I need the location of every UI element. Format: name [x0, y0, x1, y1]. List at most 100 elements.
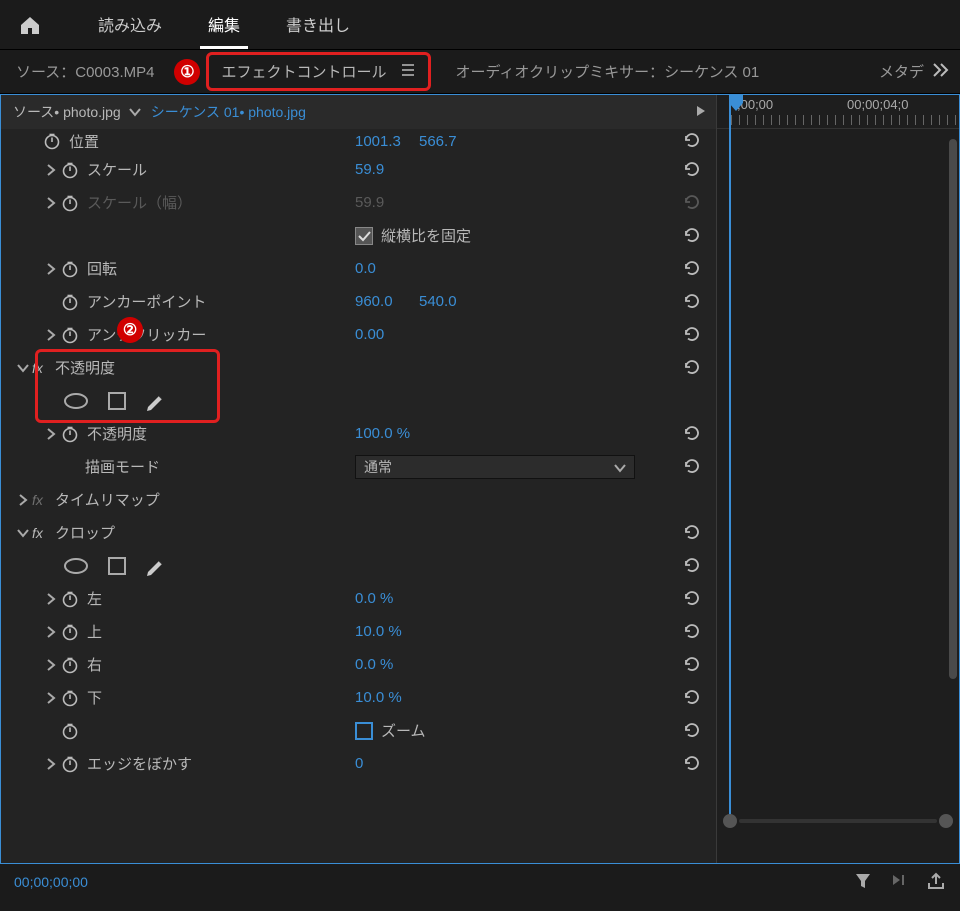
prop-position-y[interactable]: 566.7 [419, 133, 457, 150]
pen-mask-icon[interactable] [145, 555, 167, 577]
stopwatch-icon[interactable] [59, 722, 81, 740]
reset-icon[interactable] [682, 159, 700, 181]
panel-tab-source[interactable]: ソース：C0003.MP4 [16, 61, 154, 82]
prop-crop-right: 右 0.0 % [1, 648, 716, 681]
panel-tab-metadata[interactable]: メタデ [879, 61, 924, 82]
stopwatch-icon[interactable] [59, 755, 81, 773]
stopwatch-icon[interactable] [59, 425, 81, 443]
prop-lock-aspect: 縦横比を固定 [1, 219, 716, 252]
prop-anchor: アンカーポイント 960.0 540.0 [1, 285, 716, 318]
chevron-right-icon[interactable] [41, 327, 59, 343]
reset-icon[interactable] [682, 357, 700, 379]
prop-anchor-y[interactable]: 540.0 [419, 293, 457, 310]
chevron-right-icon[interactable] [41, 591, 59, 607]
prop-crop-right-val[interactable]: 0.0 % [355, 656, 393, 673]
stopwatch-icon[interactable] [59, 260, 81, 278]
tab-edit[interactable]: 編集 [200, 0, 248, 49]
prop-position-x[interactable]: 1001.3 [355, 133, 401, 150]
panel-tab-audio-mixer[interactable]: オーディオクリップミキサー：シーケンス 01 [455, 61, 759, 82]
reset-icon[interactable] [682, 720, 700, 742]
panel-tab-effect-controls[interactable]: エフェクトコントロール [206, 52, 431, 91]
chevron-right-icon [41, 195, 59, 211]
prop-crop-right-label: 右 [87, 654, 102, 675]
chevron-right-icon[interactable] [41, 261, 59, 277]
reset-icon[interactable] [682, 324, 700, 346]
reset-icon [682, 192, 700, 214]
reset-icon[interactable] [682, 522, 700, 544]
tab-export[interactable]: 書き出し [278, 0, 358, 49]
reset-icon[interactable] [682, 291, 700, 313]
play-to-icon[interactable] [890, 871, 908, 894]
ellipse-mask-icon[interactable] [63, 557, 89, 575]
chevron-right-icon[interactable] [41, 162, 59, 178]
reset-icon[interactable] [682, 456, 700, 478]
timeline-pane: ;00;00 00;00;04;0 [716, 95, 959, 863]
playhead-icon[interactable] [729, 95, 743, 128]
fx-icon[interactable] [31, 492, 53, 508]
reset-icon[interactable] [682, 258, 700, 280]
rect-mask-icon[interactable] [107, 391, 127, 411]
share-icon[interactable] [926, 871, 946, 894]
sequence-link[interactable]: シーケンス 01• photo.jpg [151, 102, 306, 122]
reset-icon[interactable] [682, 555, 700, 577]
prop-crop-top: 上 10.0 % [1, 615, 716, 648]
stopwatch-icon[interactable] [59, 293, 81, 311]
playhead-line[interactable] [729, 95, 731, 815]
chevron-right-icon[interactable] [13, 492, 31, 508]
vertical-scrollbar[interactable] [949, 139, 957, 679]
fx-icon[interactable] [31, 360, 53, 376]
prop-crop-edge-val[interactable]: 0 [355, 755, 363, 772]
stopwatch-icon[interactable] [59, 161, 81, 179]
reset-icon[interactable] [682, 423, 700, 445]
reset-icon[interactable] [682, 654, 700, 676]
zoom-checkbox[interactable] [355, 722, 373, 740]
play-icon[interactable] [694, 103, 708, 122]
tab-import[interactable]: 読み込み [90, 0, 170, 49]
home-icon[interactable] [0, 14, 60, 36]
chevron-down-icon[interactable] [13, 525, 31, 541]
horizontal-scrollbar[interactable] [723, 815, 953, 827]
chevron-right-icon[interactable] [41, 756, 59, 772]
stopwatch-icon[interactable] [59, 623, 81, 641]
panel-menu-icon[interactable] [400, 62, 416, 82]
lock-aspect-checkbox[interactable] [355, 227, 373, 245]
annotation-badge-1: ① [174, 59, 200, 85]
stopwatch-icon[interactable] [59, 656, 81, 674]
chevron-right-icon[interactable] [41, 690, 59, 706]
blend-mode-dropdown[interactable]: 通常 [355, 455, 635, 479]
fx-icon[interactable] [31, 525, 53, 541]
chevron-right-icon[interactable] [41, 657, 59, 673]
reset-icon[interactable] [682, 588, 700, 610]
reset-icon[interactable] [682, 130, 700, 152]
chevron-right-icon[interactable] [41, 624, 59, 640]
reset-icon[interactable] [682, 687, 700, 709]
rect-mask-icon[interactable] [107, 556, 127, 576]
chevron-right-icon[interactable] [41, 426, 59, 442]
reset-icon[interactable] [682, 753, 700, 775]
reset-icon[interactable] [682, 225, 700, 247]
filter-icon[interactable] [854, 871, 872, 894]
timecode-display[interactable]: 00;00;00;00 [14, 874, 88, 890]
prop-scale-val[interactable]: 59.9 [355, 161, 384, 178]
panel-overflow-icon[interactable] [932, 61, 950, 83]
stopwatch-icon[interactable] [59, 590, 81, 608]
stopwatch-icon[interactable] [59, 326, 81, 344]
chevron-down-icon[interactable] [127, 104, 141, 121]
timeline-ruler[interactable]: ;00;00 00;00;04;0 [717, 95, 959, 129]
prop-rotation-val[interactable]: 0.0 [355, 260, 376, 277]
prop-opacity-val[interactable]: 100.0 % [355, 425, 410, 442]
workspace-topbar: 読み込み 編集 書き出し [0, 0, 960, 50]
prop-crop-bottom-val[interactable]: 10.0 % [355, 689, 402, 706]
prop-antiflicker-val[interactable]: 0.00 [355, 326, 384, 343]
pen-mask-icon[interactable] [145, 390, 167, 412]
prop-anchor-x[interactable]: 960.0 [355, 293, 393, 310]
section-opacity-label: 不透明度 [55, 357, 115, 378]
reset-icon[interactable] [682, 621, 700, 643]
prop-crop-left-val[interactable]: 0.0 % [355, 590, 393, 607]
ellipse-mask-icon[interactable] [63, 392, 89, 410]
prop-crop-top-val[interactable]: 10.0 % [355, 623, 402, 640]
prop-scale-width-label: スケール（幅） [87, 192, 192, 213]
chevron-down-icon[interactable] [13, 360, 31, 376]
stopwatch-icon[interactable] [59, 689, 81, 707]
stopwatch-icon[interactable] [41, 132, 63, 150]
